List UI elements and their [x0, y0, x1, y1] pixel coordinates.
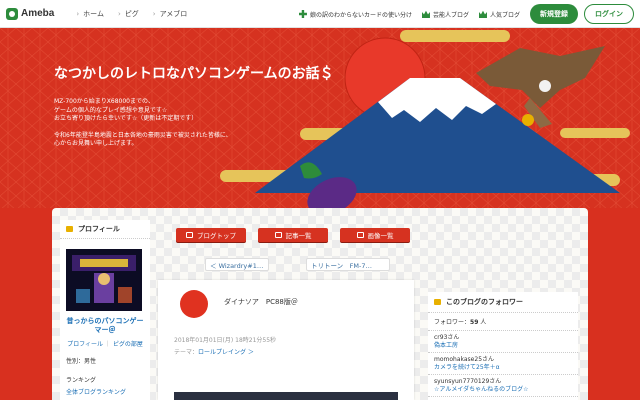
prev-article-link[interactable]: ＜ Wizardry#1…	[205, 258, 269, 271]
camera-icon	[356, 232, 364, 238]
blog-desc-line: MZ-700から始まりX68000までの、	[54, 98, 154, 105]
article-card: ダイナソア PC88版＠ 2018年01月01日(月) 18時21分55秒 テー…	[158, 280, 414, 400]
chevron-right-icon: ›	[76, 9, 80, 18]
celebrity-blog-label: 芸能人ブログ	[432, 11, 469, 19]
blog-tabs: ブログトップ 記事一覧 画像一覧	[176, 228, 410, 242]
popular-blog-link[interactable]: 人気ブログ	[478, 10, 520, 19]
follower-item[interactable]: cr93さん 偽本工房	[428, 331, 578, 353]
ameba-logo-text: Ameba	[21, 8, 55, 19]
promo-link-label: 娘の訳のわからないカードの使い分け	[309, 11, 412, 19]
chevron-right-icon: ›	[117, 9, 121, 18]
follower-count-label: フォロワー：	[434, 319, 471, 326]
article-meta: 2018年01月01日(月) 18時21分55秒 テーマ：ロールプレイング ＞	[174, 335, 276, 359]
followers-sidebar: このブログのフォロワー フォロワー：59 人 cr93さん 偽本工房 momoh…	[428, 292, 578, 400]
article-image[interactable]	[174, 392, 398, 400]
followers-heading-label: このブログのフォロワー	[446, 298, 523, 306]
profile-gender: 性別：男性	[66, 358, 97, 365]
followers-heading: このブログのフォロワー	[428, 292, 578, 313]
profile-name[interactable]: 昔っからのパソコンゲーマー＠	[60, 317, 150, 335]
author-avatar[interactable]	[178, 288, 210, 320]
follower-blog[interactable]: ☆アルメイダちゃんねるのブログ☆	[434, 386, 572, 394]
follower-blog[interactable]: 偽本工房	[434, 342, 572, 350]
popular-blog-label: 人気ブログ	[489, 11, 520, 19]
profile-image-art	[66, 249, 142, 311]
follower-item[interactable]: syunsyun7770129さん ☆アルメイダちゃんねるのブログ☆	[428, 375, 578, 397]
crown-icon	[421, 10, 430, 18]
next-article-link[interactable]: トリトーン FM-7…	[306, 258, 390, 271]
blog-desc-line: お立ち寄り頂けたら幸いです☆（更新は不定期です）	[54, 115, 198, 122]
profile-meta: 性別：男性 ランキング 全体ブログランキング	[60, 356, 150, 396]
follower-blog[interactable]: カメラを続けて25年＋α	[434, 364, 572, 372]
follower-item[interactable]: momohakase25さん カメラを続けて25年＋α	[428, 353, 578, 375]
pin-icon	[66, 226, 73, 232]
profile-heading: プロフィール	[60, 220, 150, 239]
tab-blog-top-label: ブログトップ	[197, 232, 236, 240]
login-button[interactable]: ログイン	[584, 4, 634, 24]
blog-description: MZ-700から始まりX68000までの、 ゲームの個人的なプレイ感想や意見です…	[54, 98, 294, 149]
blog-desc-line: 令和6年能登半島地震と日本各地の豪雨災害で被災された皆様に、	[54, 131, 232, 139]
profile-heading-label: プロフィール	[78, 225, 120, 233]
ranking-label: ランキング	[66, 377, 96, 384]
pigg-room-link[interactable]: ピグの部屋	[113, 341, 143, 348]
tab-article-list-label: 記事一覧	[285, 232, 312, 240]
pin-icon	[434, 299, 441, 305]
nav-ameblo-label: アメブロ	[159, 9, 188, 18]
nav-pigg-label: ピグ	[124, 9, 139, 18]
crown-icon	[478, 10, 487, 18]
article-title[interactable]: ダイナソア PC88版＠	[224, 297, 298, 307]
follower-name[interactable]: cr93さん	[434, 334, 572, 342]
tab-blog-top[interactable]: ブログトップ	[176, 228, 246, 242]
profile-sidebar: プロフィール 昔っからのパソコンゲーマー＠ プロフィール ｜ ピグの部屋 性別：…	[60, 220, 150, 400]
follower-count-value: 59	[470, 319, 479, 326]
list-icon	[274, 232, 282, 238]
tab-image-list-label: 画像一覧	[367, 232, 394, 240]
ameba-logo[interactable]: Ameba	[6, 7, 55, 20]
nav-ameblo[interactable]: › アメブロ	[153, 9, 187, 19]
follower-count: フォロワー：59 人	[428, 313, 578, 331]
profile-link[interactable]: プロフィール	[67, 341, 103, 348]
article-theme-label: テーマ：	[174, 349, 199, 356]
article-date: 2018年01月01日(月) 18時21分55秒	[174, 337, 277, 344]
celebrity-blog-link[interactable]: 芸能人ブログ	[421, 10, 469, 19]
follower-name[interactable]: momohakase25さん	[434, 356, 572, 364]
nav-pigg[interactable]: › ピグ	[118, 9, 139, 19]
blog-title[interactable]: なつかしのレトロなパソコンゲームのお話＄	[54, 64, 354, 82]
global-header: Ameba › ホーム › ピグ › アメブロ 娘の訳のわからないカードの使い分…	[0, 0, 640, 28]
nav-home[interactable]: › ホーム	[76, 9, 104, 19]
tab-article-list[interactable]: 記事一覧	[258, 228, 328, 242]
follower-name[interactable]: syunsyun7770129さん	[434, 378, 572, 386]
chevron-right-icon: ›	[152, 9, 156, 18]
blog-header-banner: なつかしのレトロなパソコンゲームのお話＄ MZ-700から始まりX68000まで…	[0, 28, 640, 208]
blog-desc-line: 心からお見舞い申し上げます。	[54, 140, 138, 147]
blog-desc-line: ゲームの個人的なプレイ感想や意見です☆	[54, 106, 168, 114]
home-icon	[186, 232, 193, 238]
link-separator: ｜	[104, 341, 111, 348]
tab-image-list[interactable]: 画像一覧	[340, 228, 410, 242]
profile-links: プロフィール ｜ ピグの部屋	[60, 339, 150, 348]
nav-home-label: ホーム	[83, 9, 104, 18]
ameba-logo-icon	[6, 7, 18, 20]
follower-count-unit: 人	[480, 319, 487, 326]
promo-link[interactable]: 娘の訳のわからないカードの使い分け	[298, 10, 412, 19]
register-button[interactable]: 新規登録	[530, 4, 578, 24]
avatar-sun-shape	[180, 290, 208, 318]
article-theme-link[interactable]: ロールプレイング ＞	[198, 349, 254, 356]
plus-icon	[298, 10, 307, 18]
ranking-link[interactable]: 全体ブログランキング	[66, 387, 144, 396]
profile-image[interactable]	[66, 249, 142, 311]
